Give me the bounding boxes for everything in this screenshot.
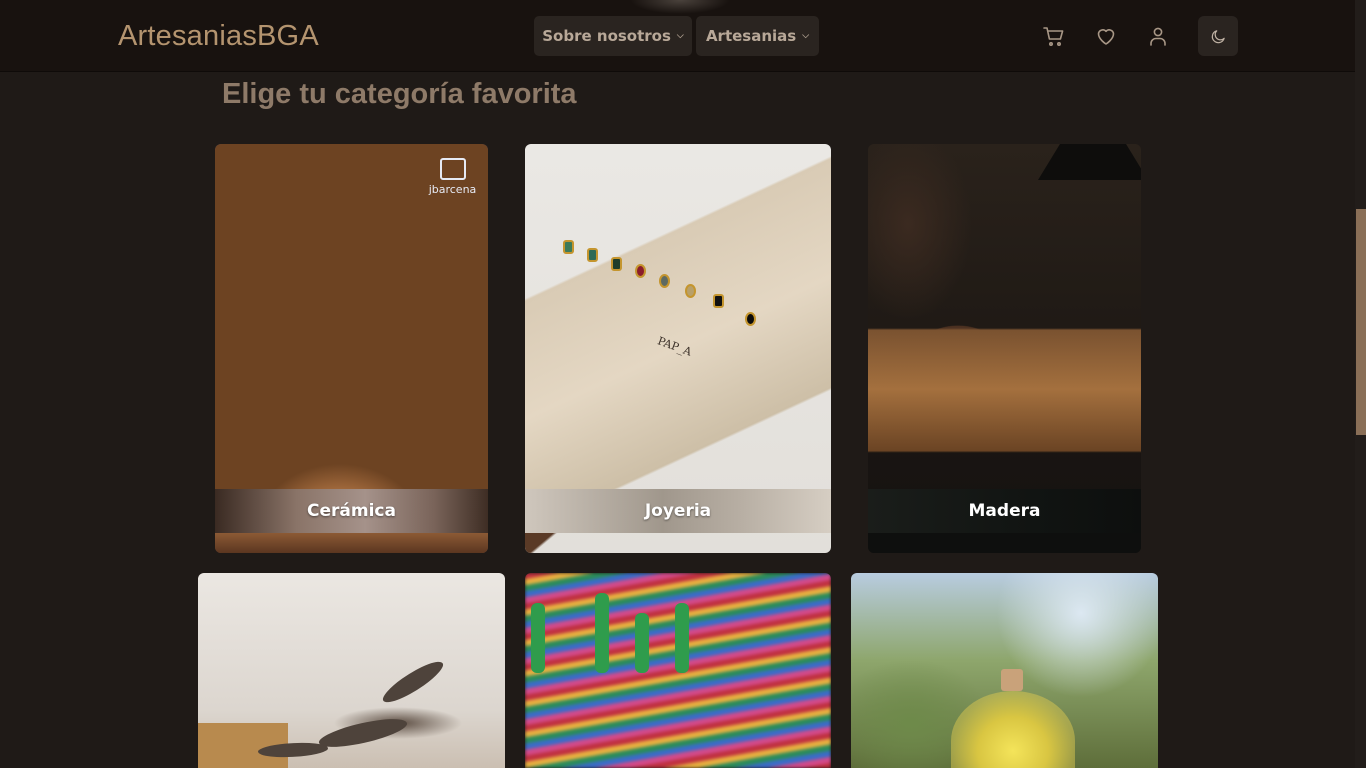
header-glow xyxy=(630,0,730,14)
chevron-down-icon: ⌵ xyxy=(676,31,684,41)
card-bottom xyxy=(868,533,1141,553)
nav-sobre-nosotros-dropdown[interactable]: Sobre nosotros ⌵ xyxy=(534,16,692,56)
category-label: Cerámica xyxy=(215,489,488,533)
heart-icon[interactable] xyxy=(1092,22,1120,50)
category-card-textil[interactable] xyxy=(525,573,831,768)
moon-icon xyxy=(1211,29,1225,43)
category-card-joyeria[interactable]: PAP_A Joyeria xyxy=(525,144,831,553)
pottery-wheel xyxy=(215,533,488,553)
nav-artesanias-dropdown[interactable]: Artesanias ⌵ xyxy=(696,16,819,56)
category-card-ceramica[interactable]: jbarcena Cerámica xyxy=(215,144,488,553)
category-label: Joyeria xyxy=(525,489,831,533)
user-icon[interactable] xyxy=(1144,22,1172,50)
category-card-metal[interactable] xyxy=(198,573,505,768)
scrollbar-thumb[interactable] xyxy=(1356,209,1366,435)
page: ArtesaniasBGA Sobre nosotros ⌵ Artesania… xyxy=(0,0,1366,768)
category-card-madera[interactable]: Madera xyxy=(868,144,1141,553)
bottle-cork xyxy=(1001,669,1023,691)
category-label: Madera xyxy=(868,489,1141,533)
section-title: Elige tu categoría favorita xyxy=(222,78,577,110)
nav-artesanias-label: Artesanias xyxy=(705,27,797,45)
top-navbar: ArtesaniasBGA Sobre nosotros ⌵ Artesania… xyxy=(0,0,1355,72)
theme-toggle-button[interactable] xyxy=(1198,16,1238,56)
watermark-text: jbarcena xyxy=(428,183,477,196)
watermark-logo: jbarcena xyxy=(425,158,480,196)
category-card-vidrio[interactable] xyxy=(851,573,1158,768)
brand-logo-text[interactable]: ArtesaniasBGA xyxy=(118,20,319,53)
chevron-down-icon: ⌵ xyxy=(802,31,810,41)
nav-sobre-nosotros-label: Sobre nosotros xyxy=(542,27,671,45)
camera-eye-icon xyxy=(439,158,466,180)
cart-icon[interactable] xyxy=(1040,22,1068,50)
